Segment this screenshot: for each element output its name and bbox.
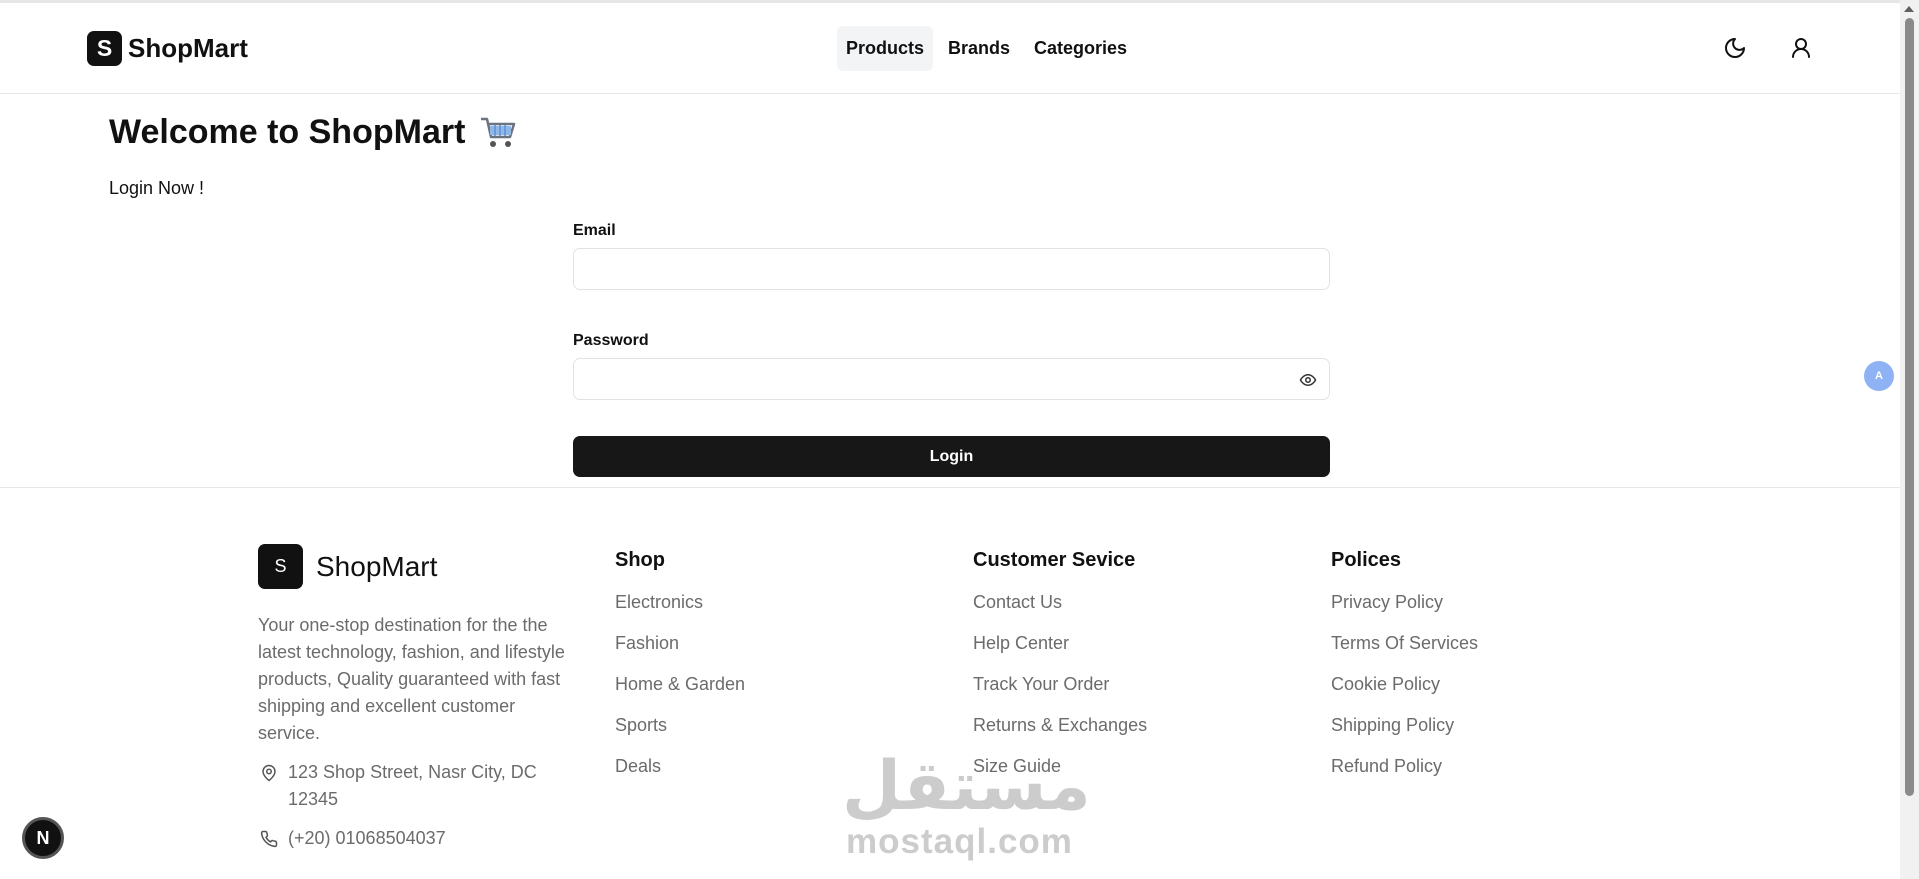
password-label: Password: [573, 332, 649, 349]
eye-icon: [1299, 374, 1317, 386]
nav-item-brands[interactable]: Brands: [939, 26, 1019, 71]
page-title-text: Welcome to ShopMart: [109, 113, 466, 151]
password-input[interactable]: [574, 359, 1329, 399]
show-password-toggle[interactable]: [1297, 369, 1319, 391]
login-subtitle: Login Now !: [109, 178, 205, 198]
shopping-cart-icon: [479, 115, 517, 151]
nextjs-dev-badge[interactable]: N: [22, 817, 64, 859]
email-input[interactable]: [574, 249, 1329, 289]
footer-link-refund-policy[interactable]: Refund Policy: [1331, 756, 1478, 797]
login-form: Email Password Login: [573, 222, 1330, 477]
footer-link-terms-of-services[interactable]: Terms Of Services: [1331, 633, 1478, 674]
footer-column-title: Shop: [615, 549, 665, 571]
email-input-box: [573, 248, 1330, 290]
nav-item-products[interactable]: Products: [837, 26, 934, 71]
logo-text: ShopMart: [128, 32, 248, 63]
scrollbar-thumb[interactable]: [1905, 18, 1914, 796]
footer-link-returns-exchanges[interactable]: Returns & Exchanges: [973, 715, 1147, 756]
footer-link-contact-us[interactable]: Contact Us: [973, 592, 1147, 633]
footer-link-help-center[interactable]: Help Center: [973, 633, 1147, 674]
moon-icon: [1725, 38, 1745, 58]
footer-column-customer-service: Customer Sevice Contact Us Help Center T…: [973, 549, 1147, 797]
nav-item-categories[interactable]: Categories: [1025, 26, 1136, 71]
footer-link-privacy-policy[interactable]: Privacy Policy: [1331, 592, 1478, 633]
login-button[interactable]: Login: [573, 436, 1330, 477]
footer-link-deals[interactable]: Deals: [615, 756, 745, 797]
footer-link-fashion[interactable]: Fashion: [615, 633, 745, 674]
email-label: Email: [573, 222, 616, 239]
footer-link-electronics[interactable]: Electronics: [615, 592, 745, 633]
main-nav: Products Brands Categories: [837, 26, 1136, 71]
translate-extension-button[interactable]: A: [1864, 361, 1894, 391]
logo-mark: S: [87, 30, 122, 66]
footer-column-policies: Polices Privacy Policy Terms Of Services…: [1331, 549, 1478, 797]
footer-link-cookie-policy[interactable]: Cookie Policy: [1331, 674, 1478, 715]
footer-column-shop: Shop Electronics Fashion Home & Garden S…: [615, 549, 745, 797]
scroll-up-arrow-icon[interactable]: [1904, 6, 1914, 12]
footer-link-sports[interactable]: Sports: [615, 715, 745, 756]
footer-link-shipping-policy[interactable]: Shipping Policy: [1331, 715, 1478, 756]
footer-link-size-guide[interactable]: Size Guide: [973, 756, 1147, 797]
footer-column-title: Polices: [1331, 549, 1402, 571]
footer-phone-text: (+20) 01068504037: [288, 828, 446, 848]
site-footer: S ShopMart Your one-stop destination for…: [0, 489, 1900, 879]
footer-address-text: 123 Shop Street, Nasr City, DC 12345: [288, 762, 537, 809]
map-pin-icon: [258, 762, 280, 784]
account-button[interactable]: [1781, 28, 1821, 68]
footer-description: Your one-stop destination for the the la…: [258, 615, 565, 743]
footer-address: 123 Shop Street, Nasr City, DC 12345: [258, 759, 568, 813]
phone-icon: [258, 828, 280, 850]
next-logo-icon: N: [36, 827, 50, 848]
header-logo[interactable]: S ShopMart: [87, 30, 248, 66]
footer-phone: (+20) 01068504037: [258, 825, 568, 852]
footer-link-home-garden[interactable]: Home & Garden: [615, 674, 745, 715]
page-title: Welcome to ShopMart: [109, 113, 517, 152]
theme-toggle-button[interactable]: [1715, 28, 1755, 68]
login-section: Welcome to ShopMart Login Now ! Email Pa…: [0, 95, 1900, 488]
footer-logo-mark: S: [258, 544, 303, 589]
translate-icon: A: [1875, 370, 1883, 382]
email-field-group: Email: [573, 222, 1330, 290]
site-header: S ShopMart Products Brands Categories: [0, 3, 1900, 94]
user-icon: [1792, 38, 1810, 58]
password-input-box: [573, 358, 1330, 400]
footer-column-title: Customer Sevice: [973, 549, 1136, 571]
password-field-group: Password: [573, 332, 1330, 400]
footer-logo-text: ShopMart: [316, 550, 438, 582]
footer-brand: S ShopMart Your one-stop destination for…: [258, 544, 568, 852]
footer-logo[interactable]: S ShopMart: [258, 544, 568, 589]
footer-link-track-order[interactable]: Track Your Order: [973, 674, 1147, 715]
